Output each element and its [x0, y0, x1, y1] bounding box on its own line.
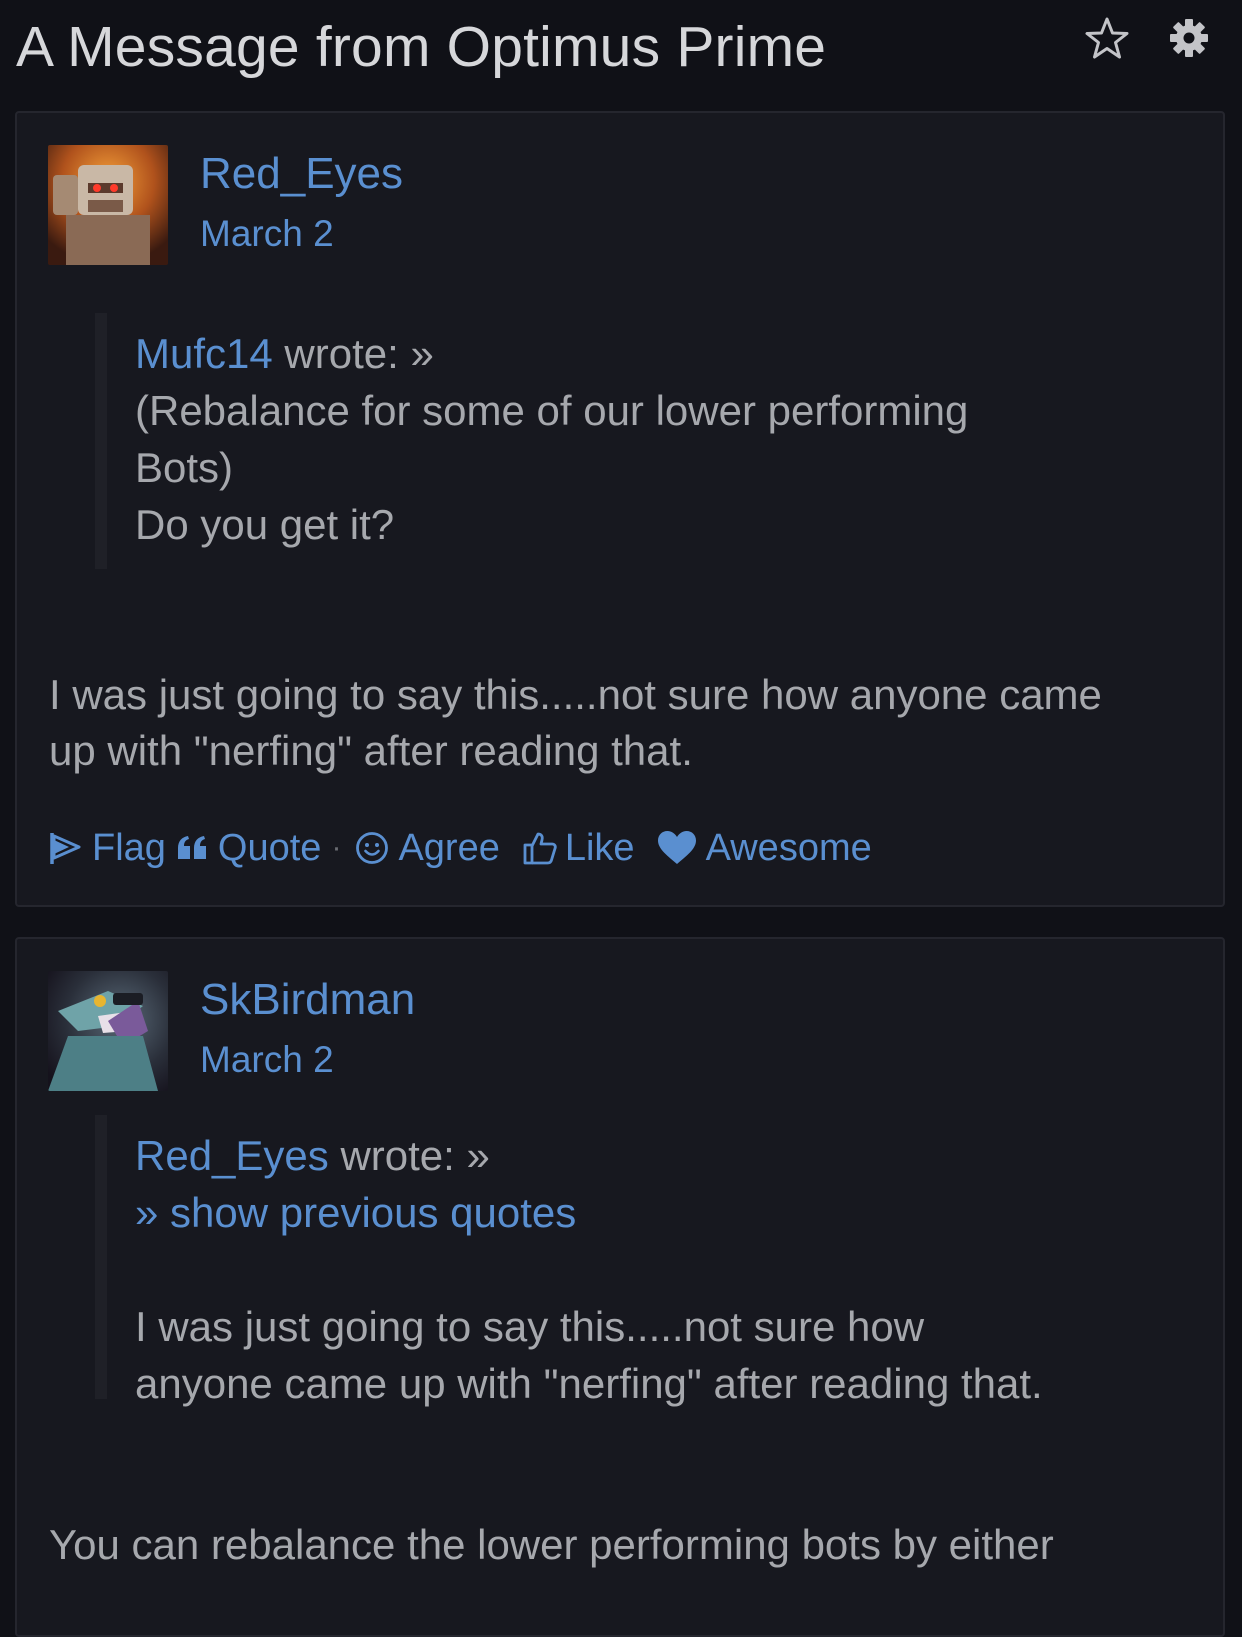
- quote-header: Red_Eyes wrote: »: [135, 1127, 1115, 1184]
- heart-icon: [657, 831, 696, 864]
- flag-icon: [50, 833, 81, 864]
- post-card: Red_Eyes March 2 Mufc14 wrote: » (Rebala…: [15, 111, 1225, 907]
- post-body: I was just going to say this.....not sur…: [49, 667, 1209, 779]
- quote-label: Quote: [217, 826, 322, 869]
- quote-wrote: wrote: »: [340, 1132, 490, 1179]
- quote-line: (Rebalance for some of our lower perform…: [135, 387, 969, 434]
- thumbs-up-icon: [523, 832, 557, 865]
- gear-icon[interactable]: [1166, 14, 1216, 64]
- agree-label: Agree: [398, 826, 500, 869]
- post-card: SkBirdman March 2 Red_Eyes wrote: » » sh…: [15, 937, 1225, 1637]
- post-author[interactable]: Red_Eyes: [200, 149, 403, 199]
- quote-line: Bots): [135, 444, 234, 491]
- quote-line: anyone came up with "nerfing" after read…: [135, 1360, 1043, 1407]
- quote-header: Mufc14 wrote: »: [135, 325, 1115, 382]
- quote-bar: [95, 1115, 107, 1399]
- avatar[interactable]: [48, 971, 168, 1091]
- awesome-button[interactable]: Awesome: [657, 827, 872, 870]
- quote-line: Do you get it?: [135, 501, 395, 548]
- quote-button[interactable]: Quote: [176, 826, 322, 870]
- smiley-icon: [356, 832, 389, 864]
- quote-bar: [95, 313, 107, 569]
- show-previous-quotes-link[interactable]: » show previous quotes: [135, 1184, 1115, 1241]
- quote-wrote: wrote: »: [284, 330, 434, 377]
- post-date[interactable]: March 2: [200, 213, 334, 255]
- quote-block: Mufc14 wrote: » (Rebalance for some of o…: [135, 325, 1115, 553]
- star-icon[interactable]: [1082, 14, 1132, 64]
- flag-button[interactable]: Flag: [48, 827, 166, 870]
- like-label: Like: [564, 826, 635, 869]
- awesome-label: Awesome: [705, 826, 872, 869]
- body-line: You can rebalance the lower performing b…: [49, 1521, 1054, 1568]
- quote-line: I was just going to say this.....not sur…: [135, 1303, 925, 1350]
- like-button[interactable]: Like: [522, 827, 635, 870]
- quote-spacer: [135, 1241, 1115, 1298]
- post-actions: Flag Quote · Agree Like Awesome: [48, 823, 872, 873]
- page-header: A Message from Optimus Prime: [0, 0, 1242, 100]
- quote-author[interactable]: Red_Eyes: [135, 1132, 329, 1179]
- quote-author[interactable]: Mufc14: [135, 330, 273, 377]
- quote-marks-icon: [177, 836, 206, 859]
- action-separator: ·: [331, 831, 342, 864]
- post-date[interactable]: March 2: [200, 1039, 334, 1081]
- avatar[interactable]: [48, 145, 168, 265]
- page-title: A Message from Optimus Prime: [16, 15, 827, 79]
- post-body: You can rebalance the lower performing b…: [49, 1517, 1209, 1573]
- post-author[interactable]: SkBirdman: [200, 975, 415, 1025]
- agree-button[interactable]: Agree: [355, 826, 500, 870]
- quote-block: Red_Eyes wrote: » » show previous quotes…: [135, 1127, 1115, 1412]
- body-line: up with "nerfing" after reading that.: [49, 727, 693, 774]
- body-line: I was just going to say this.....not sur…: [49, 671, 1102, 718]
- flag-label: Flag: [92, 826, 166, 869]
